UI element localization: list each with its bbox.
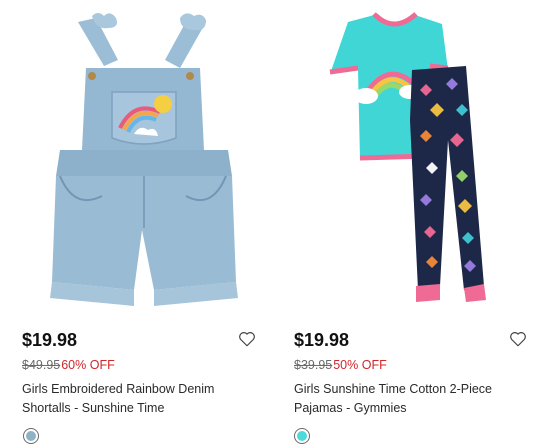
product-image-denim-shortalls[interactable]: [0, 0, 262, 318]
original-price: $49.95: [22, 358, 61, 372]
swatch-fill: [297, 431, 307, 441]
original-price: $39.95: [294, 358, 333, 372]
product-title[interactable]: Girls Sunshine Time Cotton 2-Piece Pajam…: [294, 380, 529, 418]
sale-price-row: $49.9560% OFF: [22, 358, 115, 372]
color-swatch[interactable]: [23, 428, 39, 444]
discount-label: 50% OFF: [333, 358, 387, 372]
product-title[interactable]: Girls Embroidered Rainbow Denim Shortall…: [22, 380, 257, 418]
product-card[interactable]: $19.98 $39.9550% OFF Girls Sunshine Time…: [270, 0, 532, 447]
product-image-pajamas[interactable]: [270, 0, 532, 318]
product-card[interactable]: $19.98 $49.9560% OFF Girls Embroidered R…: [0, 0, 262, 447]
discount-label: 60% OFF: [61, 358, 115, 372]
sale-price-row: $39.9550% OFF: [294, 358, 387, 372]
swatch-fill: [26, 431, 36, 441]
heart-icon[interactable]: [509, 330, 527, 348]
color-swatch[interactable]: [294, 428, 310, 444]
product-price: $19.98: [294, 330, 350, 350]
heart-icon[interactable]: [238, 330, 256, 348]
product-price: $19.98: [22, 330, 78, 350]
